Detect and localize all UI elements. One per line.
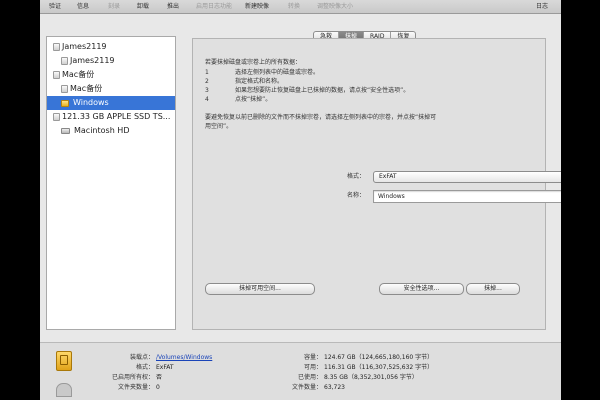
- format-info-label: 格式：: [135, 364, 154, 371]
- file-count-label: 文件数量：: [291, 384, 322, 391]
- erase-step: 3 如果您想要防止恢复磁盘上已抹掉的数据，请点按“安全性选项”。: [205, 87, 410, 94]
- convert-button[interactable]: 转换: [288, 2, 300, 11]
- new-image-button[interactable]: 新建映像: [245, 2, 269, 11]
- sidebar-item-mac-backup-volume[interactable]: Mac备份: [61, 82, 102, 96]
- sidebar-item-james2119-disk[interactable]: James2119: [53, 40, 107, 54]
- sidebar-item-label: Mac备份: [70, 84, 103, 93]
- sidebar-item-windows[interactable]: Windows: [47, 96, 175, 110]
- sidebar-item-label: Windows: [73, 98, 109, 107]
- disk-icon: [53, 113, 60, 121]
- verify-button[interactable]: 验证: [49, 2, 61, 11]
- format-select-value: ExFAT: [379, 173, 397, 180]
- sidebar-item-label: 121.33 GB APPLE SSD TS...: [62, 112, 171, 121]
- sidebar-item-label: James2119: [62, 42, 107, 51]
- hard-drive-icon: [61, 128, 70, 134]
- eject-button[interactable]: 推出: [167, 2, 179, 11]
- sidebar-item-label: Macintosh HD: [74, 126, 130, 135]
- erase-panel: 若要抹掉磁盘或宗卷上的所有数据： 1 选择左侧列表中的磁盘或宗卷。 2 指定格式和名…: [192, 38, 561, 330]
- volume-icon: [56, 351, 72, 371]
- erase-step: 4 点按“抹掉”。: [205, 96, 272, 103]
- name-label: 名称：: [346, 192, 365, 199]
- info-button[interactable]: 信息: [77, 2, 89, 11]
- erase-note-text: 要避免恢复以前已删除的文件而不抹掉宗卷，请选择左侧列表中的宗卷，并点按“抹掉可: [205, 114, 437, 121]
- erase-note-text-continued: 用空间”。: [205, 123, 233, 130]
- available-value: 116.31 GB（116,307,525,632 字节）: [324, 364, 434, 371]
- format-select[interactable]: ExFAT ⬍: [373, 171, 561, 183]
- mount-point-label: 装载点：: [129, 354, 154, 361]
- available-label: 可用：: [303, 364, 322, 371]
- erase-step: 2 指定格式和名称。: [205, 78, 284, 85]
- volume-icon: [61, 85, 68, 93]
- sidebar-item-label: Mac备份: [62, 70, 95, 79]
- used-label: 已使用：: [297, 374, 322, 381]
- volume-icon: [61, 57, 68, 65]
- enable-journaling-button[interactable]: 启用日志功能: [196, 2, 232, 11]
- erase-free-space-button[interactable]: 抹掉可用空间...: [205, 283, 315, 295]
- erase-step: 1 选择左侧列表中的磁盘或宗卷。: [205, 69, 320, 76]
- capacity-label: 容量：: [303, 354, 322, 361]
- unmount-button[interactable]: 卸载: [137, 2, 149, 11]
- burn-button[interactable]: 刻录: [108, 2, 120, 11]
- resize-image-button[interactable]: 调整映像大小: [317, 2, 353, 11]
- disk-icon: [53, 43, 60, 51]
- toolbar: 验证 信息 刻录 卸载 推出 启用日志功能 新建映像 转换 调整映像大小 日志: [40, 0, 561, 14]
- volume-info-bar: 装载点： /Volumes/Windows 格式： ExFAT 已启用所有权： …: [40, 342, 561, 400]
- sidebar-item-macintosh-hd[interactable]: Macintosh HD: [61, 124, 129, 138]
- disk-utility-window: 验证 信息 刻录 卸载 推出 启用日志功能 新建映像 转换 调整映像大小 日志 …: [40, 0, 561, 400]
- owners-enabled-value: 否: [156, 374, 163, 381]
- folder-count-value: 0: [156, 384, 160, 391]
- folder-count-label: 文件夹数量：: [117, 384, 154, 391]
- file-count-value: 63,723: [324, 384, 345, 391]
- security-options-button[interactable]: 安全性选项...: [379, 283, 464, 295]
- mount-point-link[interactable]: /Volumes/Windows: [156, 353, 212, 362]
- sidebar-item-label: James2119: [70, 56, 115, 65]
- drive-icon: [56, 383, 72, 397]
- format-info-value: ExFAT: [156, 364, 174, 371]
- sidebar-item-james2119-volume[interactable]: James2119: [61, 54, 115, 68]
- disk-icon: [53, 71, 60, 79]
- disk-list-sidebar[interactable]: James2119 James2119 Mac备份 Mac备份 Windows …: [46, 36, 176, 330]
- capacity-value: 124.67 GB（124,665,180,160 字节）: [324, 354, 434, 361]
- format-label: 格式：: [346, 173, 365, 180]
- erase-intro-text: 若要抹掉磁盘或宗卷上的所有数据：: [205, 59, 302, 66]
- sidebar-item-mac-backup-disk[interactable]: Mac备份: [53, 68, 94, 82]
- log-button[interactable]: 日志: [536, 2, 548, 11]
- used-value: 8.35 GB（8,352,301,056 字节）: [324, 374, 418, 381]
- volume-icon: [61, 99, 69, 107]
- owners-enabled-label: 已启用所有权：: [111, 374, 154, 381]
- sidebar-item-apple-ssd[interactable]: 121.33 GB APPLE SSD TS...: [53, 110, 170, 124]
- erase-button[interactable]: 抹掉...: [466, 283, 520, 295]
- name-field[interactable]: Windows: [373, 190, 561, 203]
